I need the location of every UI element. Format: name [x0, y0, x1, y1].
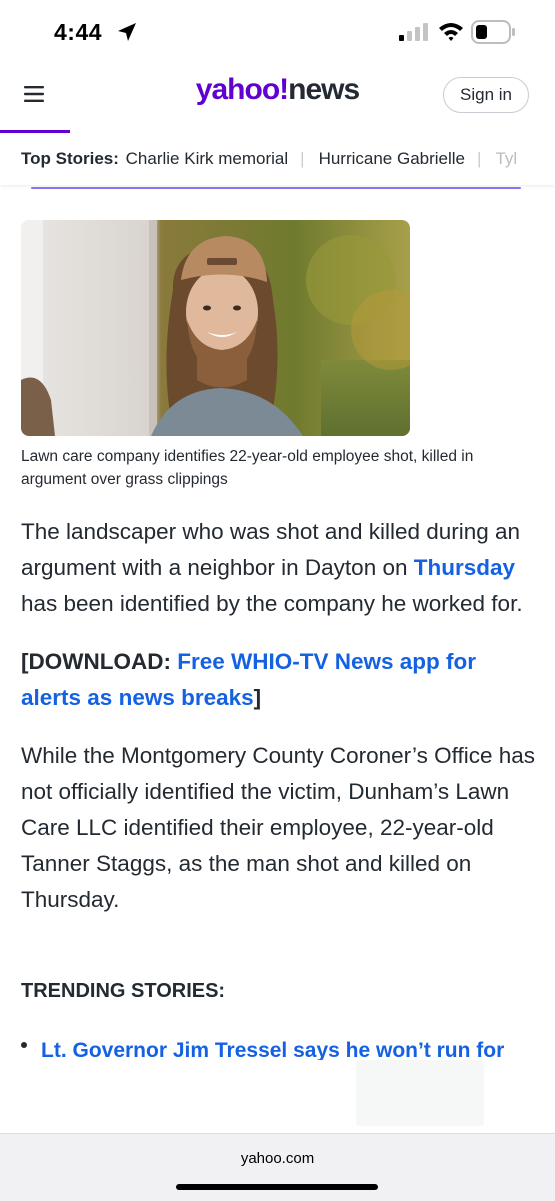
- trending-stories-heading: TRENDING STORIES:: [21, 980, 226, 1002]
- home-indicator[interactable]: [176, 1184, 378, 1190]
- location-arrow-icon: [118, 23, 136, 41]
- trending-story-link[interactable]: Lt. Governor Jim Tressel says he won’t r…: [41, 1036, 504, 1060]
- status-bar: 4:44: [0, 0, 555, 62]
- top-stories-bar: Top Stories: Charlie Kirk memorial | Hurri…: [0, 137, 555, 185]
- battery-icon: [471, 20, 515, 44]
- top-story-link[interactable]: Tyl: [495, 149, 517, 168]
- logo-yahoo-text: yahoo: [195, 73, 280, 106]
- article-paragraph: The landscaper who was shot and killed d…: [21, 514, 536, 622]
- clock-time: 4:44: [54, 19, 103, 45]
- address-bar-url[interactable]: yahoo.com: [0, 1150, 555, 1167]
- separator: |: [477, 149, 482, 168]
- download-prefix: [DOWNLOAD:: [21, 649, 178, 674]
- top-stories-accent-line: [31, 187, 521, 189]
- menu-active-underline: [0, 130, 70, 133]
- logo-news-text: news: [288, 73, 360, 106]
- thursday-link[interactable]: Thursday: [414, 555, 515, 580]
- browser-bottom-bar: yahoo.com: [0, 1133, 555, 1201]
- ad-placeholder: [356, 1060, 484, 1126]
- site-header: yahoo!news Sign in: [0, 62, 555, 130]
- article-paragraph: While the Montgomery County Coroner’s Of…: [21, 743, 535, 912]
- top-story-link[interactable]: Hurricane Gabrielle: [319, 149, 465, 168]
- article-hero-image: [21, 220, 410, 436]
- download-promo-paragraph: [DOWNLOAD: Free WHIO-TV News app for ale…: [21, 644, 536, 716]
- photo-illustration: [21, 220, 410, 436]
- logo-bang-text: !: [279, 73, 289, 106]
- cellular-signal-icon: [399, 23, 428, 41]
- download-suffix: ]: [253, 685, 262, 710]
- paragraph-text: has been identified by the company he wo…: [21, 591, 523, 616]
- image-caption: Lawn care company identifies 22-year-old…: [21, 448, 474, 488]
- top-story-link[interactable]: Charlie Kirk memorial: [126, 149, 288, 168]
- separator: |: [300, 149, 305, 168]
- bullet-icon: [21, 1042, 27, 1048]
- trending-stories-list: Lt. Governor Jim Tressel says he won’t r…: [21, 1036, 536, 1060]
- sign-in-button[interactable]: Sign in: [443, 77, 529, 113]
- wifi-icon: [439, 23, 463, 41]
- article-body: The landscaper who was shot and killed d…: [21, 514, 536, 918]
- top-stories-label: Top Stories:: [21, 149, 119, 168]
